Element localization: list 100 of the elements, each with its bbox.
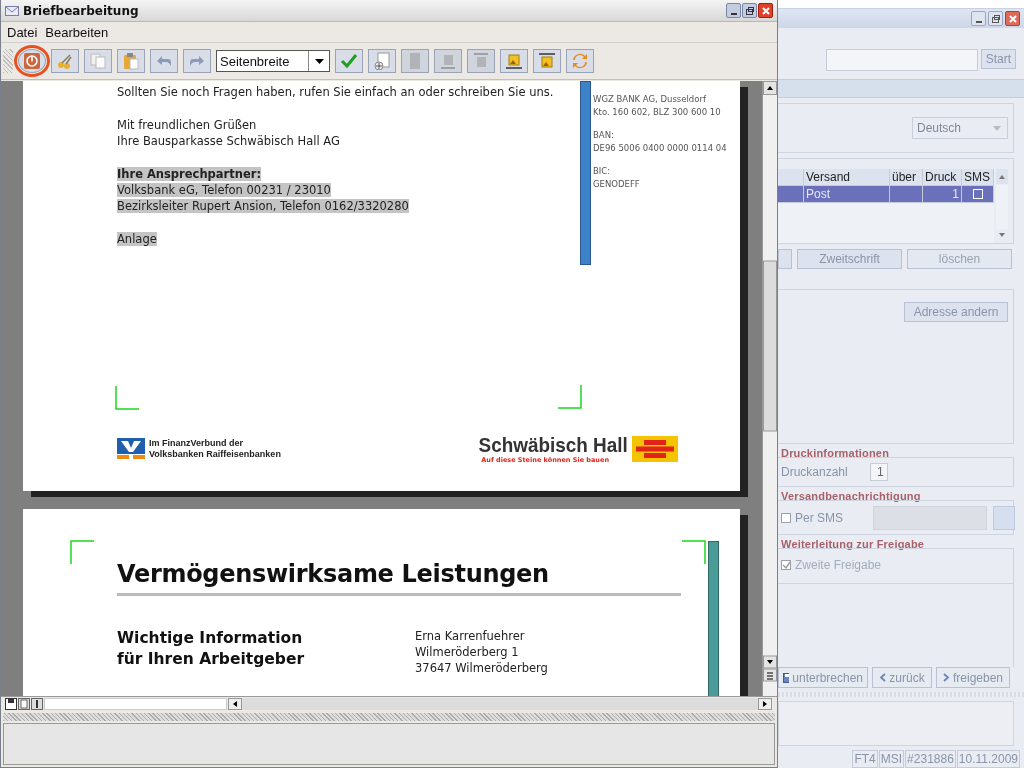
toolbar-button[interactable] [183,49,211,73]
document-title: Vermögenswirksame Leistungen [117,559,550,589]
scissors-icon [56,52,74,70]
column-header[interactable]: über [890,169,923,186]
page-icon[interactable] [18,697,30,710]
maximize-button[interactable] [742,3,757,18]
group-title: Versandbenachrichtigung [780,490,922,503]
status-field: #231886 [905,750,956,768]
toolbar-button[interactable] [18,49,46,73]
column-header[interactable]: SMS [962,169,994,186]
action-button[interactable]: Zweitschrift [797,249,902,269]
letter-text: Ihre Ansprechpartner: [117,167,261,181]
letter-text: Sollten Sie noch Fragen haben, rufen Sie einfach an oder schreiben Sie uns. [117,85,554,99]
minimize-button[interactable] [726,3,741,18]
column-header[interactable]: Druck [923,169,962,186]
letter-text: Volksbank eG, Telefon 00231 / 23010 [117,183,331,197]
restore-icon [744,5,755,16]
address-line: Erna Karrenfuehrer [415,628,526,644]
bank-info-text: DE96 5006 0400 0000 0114 04 [593,142,727,155]
scrollbar[interactable] [228,697,772,710]
button[interactable] [993,505,1015,530]
image-top-icon [538,52,556,70]
toolbar-button[interactable] [500,49,528,73]
close-button[interactable] [758,3,773,18]
bank-info-text: BAN: [593,129,615,142]
restore-icon [990,13,1001,24]
table-row[interactable]: Post 1 [778,186,994,203]
add-page-icon [373,52,391,70]
toolbar-button[interactable] [533,49,561,73]
bank-logo-icon [117,438,145,460]
save-icon[interactable] [5,697,17,710]
bank-info-text: WGZ BANK AG, Dusseldorf [593,93,707,106]
group-title: Weiterleitung zur Freigabe [780,538,926,551]
toolbar-button[interactable] [150,49,178,73]
address-line: Wilmeröderberg 1 [415,644,520,660]
letter-text: Anlage [117,232,157,246]
column-header[interactable]: Versand [804,169,890,186]
search-field[interactable] [825,49,978,71]
minimize-button[interactable] [971,11,986,26]
menu-item[interactable]: Datei [3,24,42,40]
bank-info-text: GENODEFF [593,178,641,191]
copy-icon [89,52,107,70]
save-icon [783,672,790,683]
minimize-icon [730,12,737,15]
toolbar-grip[interactable] [3,49,13,73]
toolbar-button[interactable] [51,49,79,73]
refresh-icon [571,52,589,70]
nav-button[interactable]: unterbrechen [778,667,868,688]
scrollbar[interactable] [762,81,777,696]
bank-info-text: BIC: [593,165,612,178]
field-label: Druckanzahl [781,465,848,479]
check-icon [340,52,358,70]
toolbar-button[interactable] [335,49,363,73]
address-line: 37647 Wilmeröderberg [415,660,548,676]
bank-info-text: Kto. 160 602, BLZ 300 600 10 [593,106,722,119]
close-icon [760,5,771,16]
page-bottom-icon [439,52,457,70]
sms-checkbox[interactable]: Per SMS [781,510,843,525]
table-cell: Post [804,186,890,203]
crop-mark [70,540,94,564]
window-title: Briefbearbeitung [23,3,139,18]
letter-text: Mit freundlichen Grüßen [117,118,257,132]
power-icon [23,52,41,70]
document-subtitle: für Ihren Arbeitgeber [117,649,306,670]
count-field[interactable]: 1 [869,463,888,481]
document-subtitle: Wichtige Information [117,628,304,649]
nav-button[interactable]: freigeben [936,667,1010,688]
close-button[interactable] [1005,11,1020,26]
start-button[interactable]: Start [980,49,1016,69]
crop-mark [558,385,582,409]
column-icon[interactable] [31,697,43,710]
address-button[interactable]: Adresse andern [904,302,1008,322]
logo-text: Volksbanken Raiffeisenbanken [149,449,281,460]
crop-mark [115,386,139,410]
nav-button[interactable]: zurück [872,667,932,688]
logo-text: Im FinanzVerbund der [149,438,244,449]
zoom-select[interactable]: Seitenbreite [216,50,330,72]
toolbar-button[interactable] [84,49,112,73]
group-title: Druckinformationen [780,447,891,460]
button[interactable] [778,249,792,269]
bricks-logo-icon [632,436,678,462]
letter-text: Bezirksleiter Rupert Ansion, Telefon 0162/3320280 [117,199,409,213]
close-icon [1007,13,1018,24]
maximize-button[interactable] [988,11,1003,26]
brand-name: Schwäbisch Hall [478,434,628,456]
status-field: 10.11.2009 [956,750,1020,768]
menu-item[interactable]: Bearbeiten [41,24,113,40]
sms-checkbox[interactable] [972,189,983,199]
image-bottom-icon [505,52,523,70]
toolbar-button[interactable] [117,49,145,73]
page-field[interactable] [44,697,227,710]
letter-text: Ihre Bausparkasse Schwäbisch Hall AG [117,134,340,148]
minimize-icon [975,20,982,23]
phone-field[interactable] [873,505,987,530]
toolbar-button[interactable] [368,49,396,73]
page-top-icon [472,52,490,70]
status-field: MSI [878,750,905,768]
clipboard-icon [122,52,140,70]
envelope-icon [5,4,19,17]
check-icon [782,560,790,570]
